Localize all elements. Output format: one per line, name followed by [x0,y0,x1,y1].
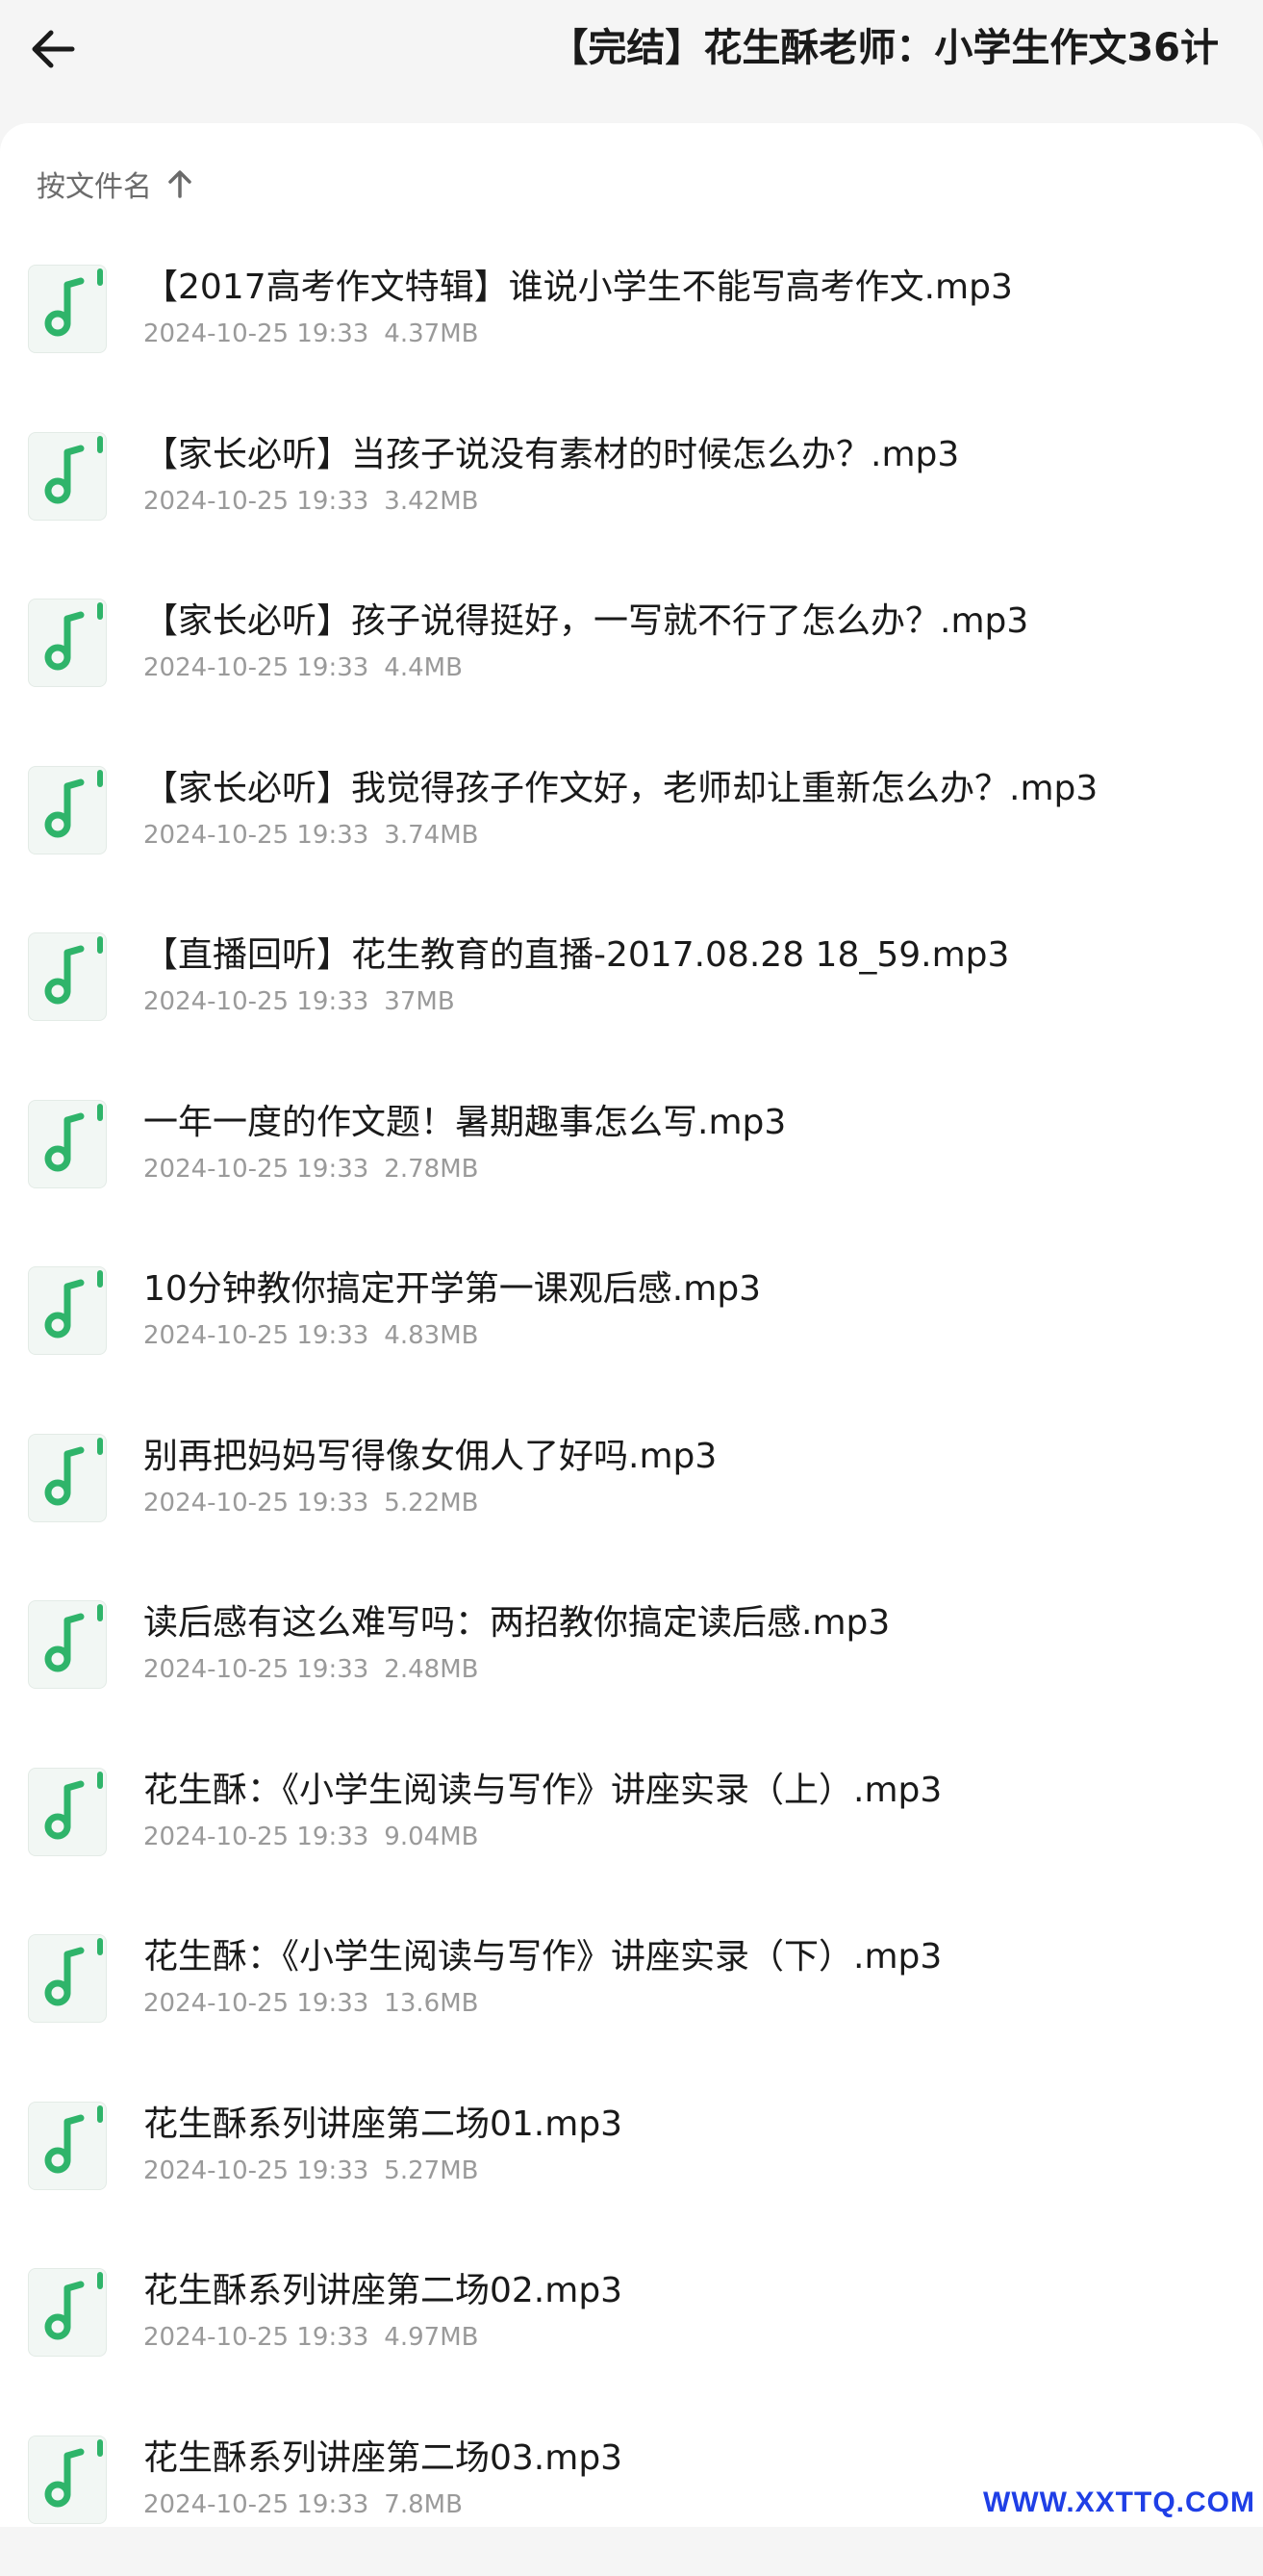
music-note-icon [28,1934,107,2023]
list-item[interactable]: 【家长必听】我觉得孩子作文好，老师却让重新怎么办？.mp3 2024-10-25 … [0,740,1263,907]
music-note-icon [28,932,107,1021]
arrow-up-icon [167,169,192,198]
file-meta: 2024-10-25 19:33 5.22MB [143,1487,478,1519]
file-size: 3.42MB [384,487,478,516]
file-size: 4.97MB [384,2323,478,2352]
music-note-icon [28,599,107,687]
file-name: 花生酥系列讲座第二场01.mp3 [143,2103,622,2147]
sort-by-name-button[interactable]: 按文件名 [37,160,192,208]
file-meta: 2024-10-25 19:33 2.48MB [143,1653,478,1686]
file-meta: 2024-10-25 19:33 4.4MB [143,651,463,684]
file-size: 37MB [384,987,454,1016]
file-name: 【家长必听】孩子说得挺好，一写就不行了怎么办？.mp3 [143,599,1028,644]
file-date: 2024-10-25 19:33 [143,653,368,682]
file-size: 4.4MB [384,653,463,682]
file-date: 2024-10-25 19:33 [143,319,368,348]
music-note-icon [28,766,107,854]
file-date: 2024-10-25 19:33 [143,1823,368,1851]
file-size: 9.04MB [384,1823,478,1851]
file-meta: 2024-10-25 19:33 4.37MB [143,318,478,350]
music-note-icon [28,1600,107,1689]
file-name: 10分钟教你搞定开学第一课观后感.mp3 [143,1267,761,1312]
file-name: 别再把妈妈写得像女佣人了好吗.mp3 [143,1435,717,1479]
app-header: 【完结】花生酥老师：小学生作文36计 [0,0,1263,125]
file-name: 一年一度的作文题！暑期趣事怎么写.mp3 [143,1101,786,1145]
list-item[interactable]: 【2017高考作文特辑】谁说小学生不能写高考作文.mp3 2024-10-25 1… [0,239,1263,406]
file-name: 读后感有这么难写吗：两招教你搞定读后感.mp3 [143,1601,890,1645]
music-note-icon [28,2436,107,2524]
file-meta: 2024-10-25 19:33 4.97MB [143,2321,478,2354]
list-item[interactable]: 花生酥：《小学生阅读与写作》讲座实录（下）.mp3 2024-10-25 19:3… [0,1908,1263,2076]
file-date: 2024-10-25 19:33 [143,1489,368,1518]
file-date: 2024-10-25 19:33 [143,1321,368,1350]
file-name: 【家长必听】当孩子说没有素材的时候怎么办？.mp3 [143,433,959,477]
music-note-icon [28,432,107,521]
list-item[interactable]: 花生酥：《小学生阅读与写作》讲座实录（上）.mp3 2024-10-25 19:3… [0,1742,1263,1909]
file-name: 【家长必听】我觉得孩子作文好，老师却让重新怎么办？.mp3 [143,767,1098,811]
file-date: 2024-10-25 19:33 [143,2323,368,2352]
file-meta: 2024-10-25 19:33 3.42MB [143,485,478,518]
file-date: 2024-10-25 19:33 [143,1155,368,1184]
list-item[interactable]: 【家长必听】孩子说得挺好，一写就不行了怎么办？.mp3 2024-10-25 19… [0,573,1263,740]
file-list: 【2017高考作文特辑】谁说小学生不能写高考作文.mp3 2024-10-25 1… [0,239,1263,2576]
file-size: 13.6MB [384,1989,478,2018]
list-item[interactable]: 一年一度的作文题！暑期趣事怎么写.mp3 2024-10-25 19:33 2.78… [0,1074,1263,1241]
list-item[interactable]: 【直播回听】花生教育的直播-2017.08.28 18_59.mp3 2024-1… [0,906,1263,1074]
file-size: 2.48MB [384,1655,478,1684]
file-date: 2024-10-25 19:33 [143,487,368,516]
file-meta: 2024-10-25 19:33 7.8MB [143,2488,463,2521]
file-size: 2.78MB [384,1155,478,1184]
watermark: WWW.XXTTQ.COM [983,2487,1255,2519]
file-meta: 2024-10-25 19:33 9.04MB [143,1821,478,1853]
file-size: 7.8MB [384,2490,463,2519]
music-note-icon [28,265,107,353]
file-name: 【直播回听】花生教育的直播-2017.08.28 18_59.mp3 [143,933,1009,978]
page-title: 【完结】花生酥老师：小学生作文36计 [549,21,1219,75]
list-item[interactable]: 别再把妈妈写得像女佣人了好吗.mp3 2024-10-25 19:33 5.22MB [0,1408,1263,1575]
file-size: 5.22MB [384,1489,478,1518]
music-note-icon [28,2268,107,2357]
file-size: 4.83MB [384,1321,478,1350]
file-date: 2024-10-25 19:33 [143,987,368,1016]
file-date: 2024-10-25 19:33 [143,1655,368,1684]
file-size: 3.74MB [384,821,478,850]
music-note-icon [28,1266,107,1355]
list-item[interactable]: 【家长必听】当孩子说没有素材的时候怎么办？.mp3 2024-10-25 19:3… [0,406,1263,574]
music-note-icon [28,1100,107,1188]
list-item[interactable]: 花生酥系列讲座第二场01.mp3 2024-10-25 19:33 5.27MB [0,2076,1263,2243]
file-meta: 2024-10-25 19:33 5.27MB [143,2155,478,2187]
file-date: 2024-10-25 19:33 [143,1989,368,2018]
file-name: 花生酥：《小学生阅读与写作》讲座实录（上）.mp3 [143,1769,942,1813]
file-date: 2024-10-25 19:33 [143,821,368,850]
sort-label: 按文件名 [37,163,152,205]
list-item[interactable]: 10分钟教你搞定开学第一课观后感.mp3 2024-10-25 19:33 4.83… [0,1240,1263,1408]
file-name: 【2017高考作文特辑】谁说小学生不能写高考作文.mp3 [143,266,1013,310]
arrow-left-icon [26,22,80,76]
file-list-panel: 按文件名 【2017高考作文特辑】谁说小学生不能写高考作文.mp3 2024-10… [0,123,1263,2527]
file-meta: 2024-10-25 19:33 37MB [143,985,455,1018]
file-name: 花生酥：《小学生阅读与写作》讲座实录（下）.mp3 [143,1935,942,1979]
file-name: 花生酥系列讲座第二场02.mp3 [143,2269,622,2313]
list-item[interactable]: 花生酥系列讲座第二场02.mp3 2024-10-25 19:33 4.97MB [0,2242,1263,2410]
music-note-icon [28,1434,107,1522]
back-button[interactable] [19,15,87,83]
music-note-icon [28,1768,107,1856]
file-name: 花生酥系列讲座第二场03.mp3 [143,2436,622,2481]
file-meta: 2024-10-25 19:33 4.83MB [143,1319,478,1352]
file-meta: 2024-10-25 19:33 13.6MB [143,1987,478,2020]
file-meta: 2024-10-25 19:33 3.74MB [143,819,478,852]
file-date: 2024-10-25 19:33 [143,2490,368,2519]
file-size: 5.27MB [384,2156,478,2185]
file-date: 2024-10-25 19:33 [143,2156,368,2185]
file-size: 4.37MB [384,319,478,348]
list-item[interactable]: 读后感有这么难写吗：两招教你搞定读后感.mp32024-10-25 19:332… [0,1574,1263,1742]
file-meta: 2024-10-25 19:33 2.78MB [143,1153,478,1186]
music-note-icon [28,2102,107,2190]
